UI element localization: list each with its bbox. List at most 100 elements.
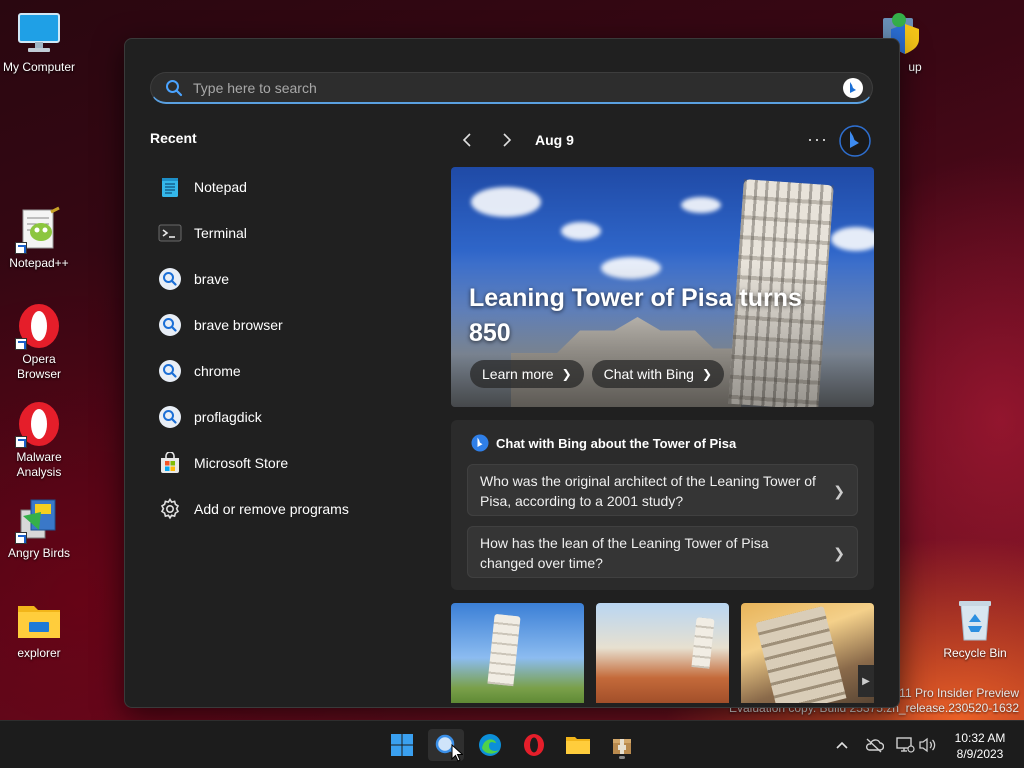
bing-icon[interactable] — [842, 77, 864, 99]
desktop-icon-label: explorer — [17, 646, 61, 660]
recent-item-add-remove-programs[interactable]: Add or remove programs — [158, 486, 418, 532]
recent-list: Notepad Terminal brave brave browser chr… — [158, 164, 418, 532]
desktop-icon-label: Malware Analysis — [16, 450, 62, 479]
thumbnail-card[interactable] — [741, 603, 874, 703]
clock-time: 10:32 AM — [954, 731, 1006, 745]
show-hidden-icons-button[interactable] — [832, 735, 852, 755]
next-day-button[interactable] — [495, 128, 519, 152]
more-options-button[interactable]: ··· — [807, 129, 828, 150]
desktop-icon-label: Recycle Bin — [943, 646, 1007, 660]
bing-icon — [471, 434, 489, 452]
notepad-icon — [158, 175, 182, 199]
tower-shape — [691, 617, 715, 669]
tower-shape — [755, 605, 847, 703]
desktop-icon-label: Angry Birds — [7, 546, 71, 560]
thumbnail-row — [451, 603, 874, 703]
recent-item-microsoft-store[interactable]: Microsoft Store — [158, 440, 418, 486]
desktop-icon-label: Notepad++ — [9, 256, 69, 270]
scroll-right-button[interactable]: ▶ — [858, 665, 874, 697]
suggested-question[interactable]: Who was the original architect of the Le… — [467, 464, 858, 516]
opera-taskbar-button[interactable] — [516, 729, 552, 761]
chevron-right-icon — [503, 133, 512, 147]
search-panel: Recent Notepad Terminal brave brave brow… — [124, 38, 900, 708]
chat-card-title-text: Chat with Bing about the Tower of Pisa — [496, 435, 737, 451]
folder-icon — [15, 596, 63, 644]
running-indicator — [619, 756, 625, 759]
recent-item-label: brave — [194, 271, 230, 287]
recent-item-label: Notepad — [194, 179, 247, 195]
desktop-icon-recycle-bin[interactable]: Recycle Bin — [936, 596, 1014, 661]
package-icon — [613, 739, 631, 754]
opera-icon — [15, 302, 63, 350]
opera-icon — [524, 734, 544, 756]
chevron-right-icon: ❯ — [561, 367, 572, 381]
folder-icon — [566, 737, 590, 754]
tower-shape — [487, 613, 521, 687]
desktop-icon-explorer[interactable]: explorer — [0, 596, 78, 661]
date-label: Aug 9 — [535, 132, 574, 148]
recent-item-search[interactable]: proflagdick — [158, 394, 418, 440]
windows-logo-icon — [391, 734, 413, 756]
suggested-question[interactable]: How has the lean of the Leaning Tower of… — [467, 526, 858, 578]
terminal-icon — [158, 221, 182, 245]
chevron-right-icon: ❯ — [833, 545, 845, 561]
shortcut-arrow-icon — [15, 436, 27, 448]
recent-item-label: Microsoft Store — [194, 455, 289, 471]
desktop-icon-my-computer[interactable]: My Computer — [0, 10, 78, 75]
network-tray-button[interactable] — [895, 735, 915, 755]
file-explorer-taskbar-button[interactable] — [560, 729, 596, 761]
shortcut-arrow-icon — [15, 242, 27, 254]
recent-item-search[interactable]: chrome — [158, 348, 418, 394]
chat-with-bing-button[interactable]: Chat with Bing ❯ — [591, 360, 724, 388]
mouse-cursor-icon — [451, 744, 463, 762]
recent-item-label: Terminal — [194, 225, 247, 241]
monitor-icon — [15, 10, 63, 58]
taskbar: 10:32 AM 8/9/2023 — [0, 720, 1024, 768]
onedrive-tray-button[interactable] — [864, 735, 884, 755]
bing-chat-icon[interactable] — [839, 125, 871, 157]
chat-with-bing-label: Chat with Bing — [603, 366, 694, 382]
store-taskbar-button[interactable] — [604, 729, 640, 761]
hero-card[interactable]: Leaning Tower of Pisa turns 850 Learn mo… — [451, 167, 874, 407]
edge-taskbar-button[interactable] — [472, 729, 508, 761]
thumbnail-card[interactable] — [596, 603, 729, 703]
search-icon — [166, 79, 183, 96]
clock-date: 8/9/2023 — [956, 747, 1004, 761]
start-button[interactable] — [384, 729, 420, 761]
previous-day-button[interactable] — [455, 128, 479, 152]
desktop-icon-label: My Computer — [2, 60, 76, 74]
desktop-icon-angry-birds[interactable]: Angry Birds — [0, 496, 78, 561]
search-icon — [158, 267, 182, 291]
volume-tray-button[interactable] — [918, 735, 938, 755]
chat-card-title: Chat with Bing about the Tower of Pisa — [471, 434, 736, 452]
recent-item-label: proflagdick — [194, 409, 262, 425]
installer-icon — [15, 496, 63, 544]
search-icon — [158, 359, 182, 383]
search-icon — [158, 313, 182, 337]
recent-item-terminal[interactable]: Terminal — [158, 210, 418, 256]
taskbar-clock[interactable]: 10:32 AM 8/9/2023 — [942, 730, 1018, 762]
shortcut-arrow-icon — [15, 532, 27, 544]
desktop-icon-opera[interactable]: Opera Browser — [0, 302, 78, 382]
highlights-nav: Aug 9 ··· — [455, 125, 875, 157]
desktop-icon-malware-analysis[interactable]: Malware Analysis — [0, 400, 78, 480]
triangle-right-icon: ▶ — [862, 675, 870, 687]
recent-item-search[interactable]: brave browser — [158, 302, 418, 348]
desktop-icon-notepadpp[interactable]: Notepad++ — [0, 206, 78, 271]
learn-more-button[interactable]: Learn more ❯ — [470, 360, 584, 388]
opera-icon — [15, 400, 63, 448]
learn-more-label: Learn more — [482, 366, 554, 382]
search-bar[interactable] — [150, 72, 873, 104]
recent-item-search[interactable]: brave — [158, 256, 418, 302]
search-icon — [158, 405, 182, 429]
notepadpp-icon — [15, 206, 63, 254]
network-icon — [896, 737, 915, 753]
chevron-left-icon — [462, 133, 471, 147]
gear-icon — [158, 497, 182, 521]
speaker-icon — [919, 737, 936, 753]
thumbnail-card[interactable] — [451, 603, 584, 703]
recent-item-notepad[interactable]: Notepad — [158, 164, 418, 210]
chevron-up-icon — [836, 741, 848, 749]
recent-item-label: brave browser — [194, 317, 283, 333]
search-input[interactable] — [193, 73, 842, 102]
